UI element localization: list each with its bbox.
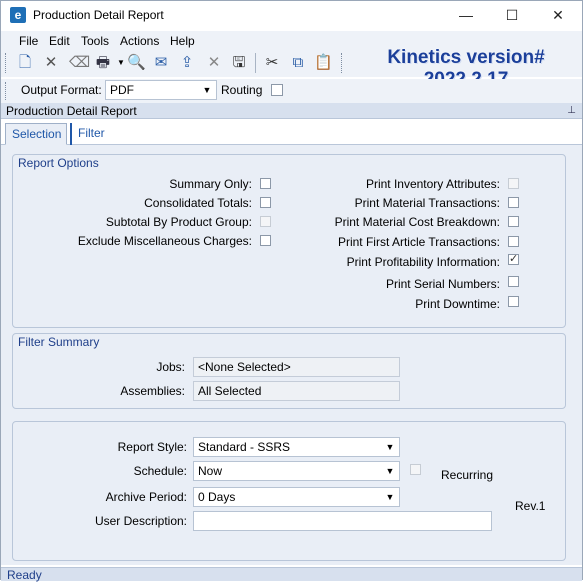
version-line-1: Kinetics version# — [387, 47, 545, 68]
panel-header: Production Detail Report ⊥ — [1, 103, 582, 119]
tab-bar: Selection Filter — [1, 121, 582, 145]
report-style-select[interactable]: Standard - SSRS ▼ — [193, 437, 400, 457]
report-window: e Production Detail Report — ☐ ✕ File Ed… — [0, 0, 583, 582]
output-format-label: Output Format: — [21, 83, 102, 97]
user-description-label: User Description: — [94, 514, 187, 528]
jobs-label: Jobs: — [156, 360, 185, 374]
clear-icon[interactable]: ⌫ — [69, 54, 90, 72]
summary-only-label: Summary Only: — [169, 177, 252, 191]
print-downtime-checkbox[interactable] — [508, 296, 519, 307]
window-title: Production Detail Report — [33, 8, 164, 22]
panel-title: Production Detail Report — [6, 104, 137, 118]
minimize-button[interactable]: — — [443, 1, 489, 29]
print-profitability-label: Print Profitability Information: — [346, 255, 500, 269]
tab-filter[interactable]: Filter — [70, 123, 111, 145]
export-icon[interactable]: ⇪ — [178, 54, 196, 72]
user-description-input[interactable] — [193, 511, 492, 531]
output-format-value: PDF — [110, 83, 134, 97]
pin-icon[interactable]: ⊥ — [567, 103, 576, 119]
archive-period-value: 0 Days — [198, 490, 236, 504]
toolbar-grip[interactable] — [5, 53, 8, 73]
close-button[interactable]: ✕ — [535, 1, 581, 29]
copy-icon[interactable]: ⧉ — [289, 54, 307, 72]
print-icon[interactable]: 🖶 — [94, 54, 112, 72]
recurring-label: Recurring — [441, 468, 494, 482]
maximize-button[interactable]: ☐ — [489, 1, 535, 29]
toolbar-grip-2[interactable] — [341, 53, 344, 73]
schedule-label: Schedule: — [133, 464, 187, 478]
print-inventory-attributes-label: Print Inventory Attributes: — [365, 177, 500, 191]
report-style-label: Report Style: — [117, 440, 187, 454]
print-material-cost-breakdown-checkbox[interactable] — [508, 216, 519, 227]
email-icon[interactable]: ✉ — [152, 54, 170, 72]
chevron-down-icon[interactable]: ▼ — [383, 439, 397, 455]
cancel-icon[interactable]: ✕ — [205, 54, 223, 72]
delete-icon[interactable]: ✕ — [42, 54, 60, 72]
schedule-value: Now — [198, 464, 223, 478]
paste-icon[interactable]: 📋 — [314, 54, 333, 72]
new-icon[interactable]: 🗋 — [16, 54, 34, 72]
output-toolbar: Output Format: PDF ▼ Routing — [1, 79, 582, 103]
menu-help[interactable]: Help — [170, 34, 195, 48]
revision-label: Rev.1 — [515, 499, 546, 513]
jobs-field: <None Selected> — [193, 357, 400, 377]
title-bar: e Production Detail Report — ☐ ✕ — [1, 1, 582, 29]
output-format-select[interactable]: PDF ▼ — [105, 80, 217, 100]
print-serial-numbers-checkbox[interactable] — [508, 276, 519, 287]
print-inventory-attributes-checkbox — [508, 178, 519, 189]
app-icon: e — [10, 7, 26, 23]
print-first-article-checkbox[interactable] — [508, 236, 519, 247]
routing-label: Routing — [221, 83, 263, 97]
print-serial-numbers-label: Print Serial Numbers: — [385, 277, 500, 291]
exclude-misc-charges-label: Exclude Miscellaneous Charges: — [77, 234, 252, 248]
report-settings-group: Report Style: Standard - SSRS ▼ Schedule… — [12, 421, 566, 561]
print-first-article-label: Print First Article Transactions: — [337, 235, 500, 249]
cut-icon[interactable]: ✂ — [263, 54, 281, 72]
chevron-down-icon[interactable]: ▼ — [383, 489, 397, 505]
subtotal-product-group-label: Subtotal By Product Group: — [105, 215, 252, 229]
status-bar: Ready — [1, 567, 582, 582]
assemblies-label: Assemblies: — [120, 384, 185, 398]
menu-edit[interactable]: Edit — [49, 34, 70, 48]
print-material-transactions-checkbox[interactable] — [508, 197, 519, 208]
print-downtime-label: Print Downtime: — [415, 297, 500, 311]
menu-file[interactable]: File — [19, 34, 38, 48]
print-preview-icon[interactable]: 🔍 — [127, 54, 146, 72]
chevron-down-icon[interactable]: ▼ — [383, 463, 397, 479]
consolidated-totals-label: Consolidated Totals: — [144, 196, 252, 210]
toolbar-grip-3[interactable] — [5, 82, 8, 100]
tab-selection[interactable]: Selection — [5, 123, 67, 145]
selection-content: Report Options Summary Only: Consolidate… — [1, 145, 582, 565]
report-style-value: Standard - SSRS — [198, 440, 291, 454]
assemblies-field: All Selected — [193, 381, 400, 401]
routing-checkbox[interactable] — [271, 84, 283, 96]
save-icon[interactable]: 🖫 — [230, 54, 248, 72]
report-options-title: Report Options — [18, 156, 99, 170]
print-material-transactions-label: Print Material Transactions: — [354, 196, 500, 210]
filter-summary-title: Filter Summary — [18, 335, 100, 349]
archive-period-label: Archive Period: — [105, 490, 187, 504]
schedule-select[interactable]: Now ▼ — [193, 461, 400, 481]
chevron-down-icon[interactable]: ▼ — [200, 82, 214, 98]
menu-tools[interactable]: Tools — [81, 34, 109, 48]
archive-period-select[interactable]: 0 Days ▼ — [193, 487, 400, 507]
recurring-checkbox — [410, 464, 421, 475]
report-options-group: Report Options Summary Only: Consolidate… — [12, 154, 566, 328]
menu-actions[interactable]: Actions — [120, 34, 159, 48]
print-material-cost-breakdown-label: Print Material Cost Breakdown: — [334, 215, 500, 229]
filter-summary-group: Filter Summary Jobs: <None Selected> Ass… — [12, 333, 566, 409]
print-profitability-checkbox[interactable] — [508, 252, 519, 265]
toolbar-separator — [255, 53, 256, 73]
